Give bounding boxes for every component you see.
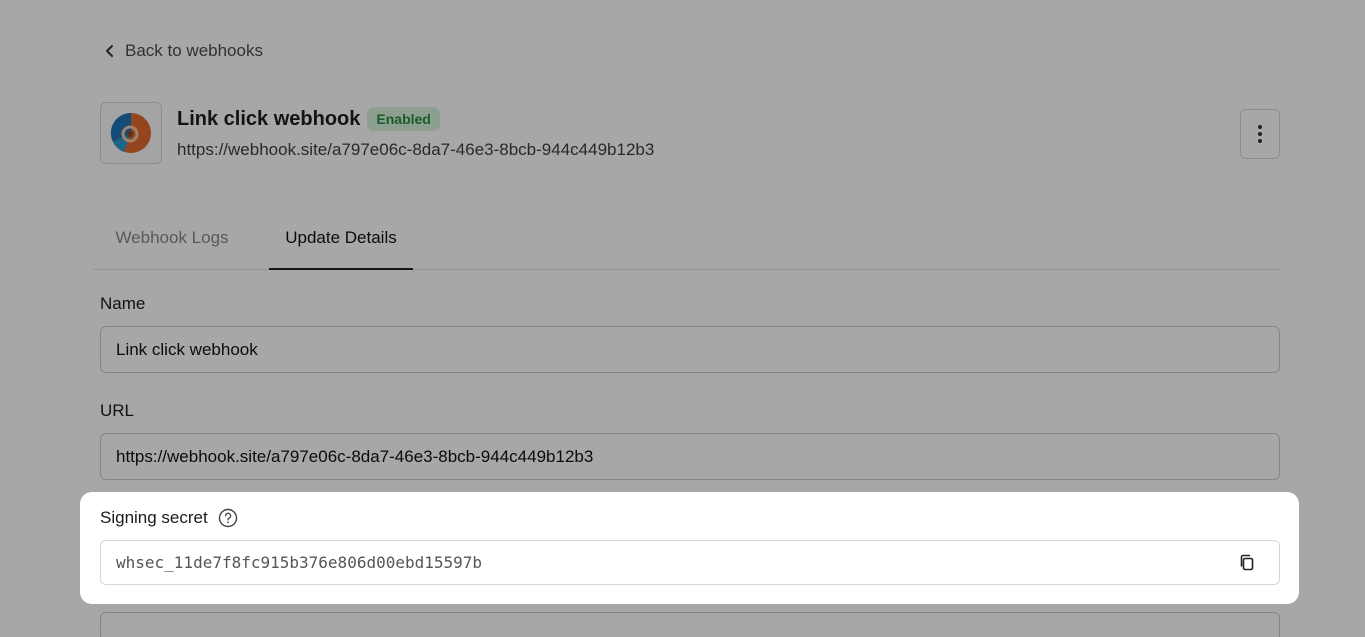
status-badge: Enabled <box>367 107 440 131</box>
tab-bar: Webhook Logs Update Details <box>93 218 1280 270</box>
help-circle-icon[interactable] <box>218 508 238 528</box>
tab-webhook-logs[interactable]: Webhook Logs <box>93 218 251 270</box>
webhook-logo-icon <box>110 112 151 153</box>
url-label: URL <box>100 401 135 420</box>
signing-secret-field: whsec_11de7f8fc915b376e806d00ebd15597b <box>100 540 1280 585</box>
webhook-url: https://webhook.site/a797e06c-8da7-46e3-… <box>177 140 655 159</box>
back-to-webhooks-link[interactable]: Back to webhooks <box>103 40 263 62</box>
more-vertical-icon <box>1258 125 1262 143</box>
chevron-left-icon <box>103 44 117 58</box>
webhook-header: Link click webhook Enabled https://webho… <box>100 102 1280 166</box>
webhook-title: Link click webhook <box>177 107 361 130</box>
copy-icon <box>1240 554 1254 571</box>
copy-secret-button[interactable] <box>1237 553 1257 573</box>
url-input[interactable] <box>100 433 1280 480</box>
signing-secret-value: whsec_11de7f8fc915b376e806d00ebd15597b <box>116 553 483 572</box>
webhook-logo <box>100 102 162 164</box>
more-options-button[interactable] <box>1240 109 1280 159</box>
webhook-title-row: Link click webhook Enabled <box>177 107 440 131</box>
back-link-label: Back to webhooks <box>125 41 263 60</box>
next-field-input[interactable] <box>100 612 1280 637</box>
name-input[interactable] <box>100 326 1280 373</box>
name-label: Name <box>100 294 146 313</box>
signing-secret-label-row: Signing secret <box>100 508 238 528</box>
signing-secret-label: Signing secret <box>100 508 208 527</box>
signing-secret-section: Signing secret whsec_11de7f8fc915b376e80… <box>80 492 1299 604</box>
tab-update-details[interactable]: Update Details <box>269 218 413 270</box>
